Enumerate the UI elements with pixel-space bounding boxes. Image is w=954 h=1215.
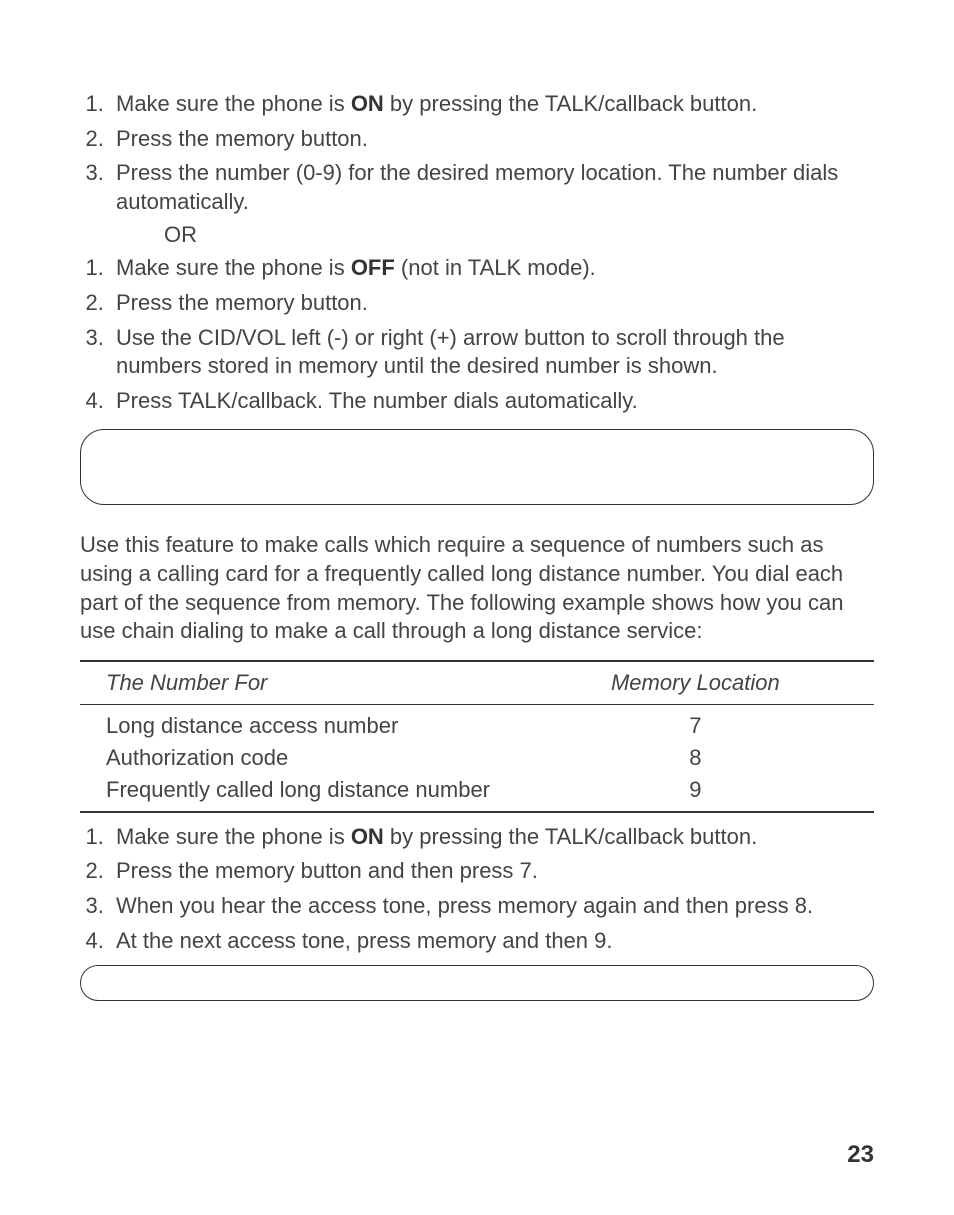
text-bold: ON (351, 824, 384, 849)
list-item: At the next access tone, press memory an… (110, 927, 874, 956)
chain-dialing-intro: Use this feature to make calls which req… (80, 531, 874, 645)
table-cell: 9 (517, 774, 874, 812)
page-content: Make sure the phone is ON by pressing th… (0, 0, 954, 1215)
list-item: Press the memory button and then press 7… (110, 857, 874, 886)
text: Make sure the phone is (116, 91, 351, 116)
list-item: Press the memory button. (110, 289, 874, 318)
table-row: Frequently called long distance number 9 (80, 774, 874, 812)
table-cell: 8 (517, 742, 874, 774)
chain-dialing-table: The Number For Memory Location Long dist… (80, 660, 874, 813)
list-item: Press the number (0-9) for the desired m… (110, 159, 874, 216)
text: (not in TALK mode). (395, 255, 596, 280)
table-header: Memory Location (517, 661, 874, 705)
text-bold: OFF (351, 255, 395, 280)
list-item: Press TALK/callback. The number dials au… (110, 387, 874, 416)
table-cell: 7 (517, 704, 874, 742)
table-row: Long distance access number 7 (80, 704, 874, 742)
table-cell: Long distance access number (80, 704, 517, 742)
text: by pressing the TALK/callback button. (384, 91, 757, 116)
table-header: The Number For (80, 661, 517, 705)
text-bold: ON (351, 91, 384, 116)
list-item: Make sure the phone is ON by pressing th… (110, 90, 874, 119)
text: Make sure the phone is (116, 824, 351, 849)
or-separator: OR (164, 222, 874, 248)
list-item: Press the memory button. (110, 125, 874, 154)
table-cell: Frequently called long distance number (80, 774, 517, 812)
instruction-list-2: Make sure the phone is OFF (not in TALK … (80, 254, 874, 415)
table-row: Authorization code 8 (80, 742, 874, 774)
callout-box (80, 429, 874, 505)
page-number: 23 (847, 1141, 874, 1169)
list-item: Make sure the phone is OFF (not in TALK … (110, 254, 874, 283)
callout-box-small (80, 965, 874, 1001)
list-item: Use the CID/VOL left (-) or right (+) ar… (110, 324, 874, 381)
text: Make sure the phone is (116, 255, 351, 280)
text: by pressing the TALK/callback button. (384, 824, 757, 849)
instruction-list-3: Make sure the phone is ON by pressing th… (80, 823, 874, 955)
table-header-row: The Number For Memory Location (80, 661, 874, 705)
table-cell: Authorization code (80, 742, 517, 774)
instruction-list-1: Make sure the phone is ON by pressing th… (80, 90, 874, 216)
list-item: Make sure the phone is ON by pressing th… (110, 823, 874, 852)
list-item: When you hear the access tone, press mem… (110, 892, 874, 921)
